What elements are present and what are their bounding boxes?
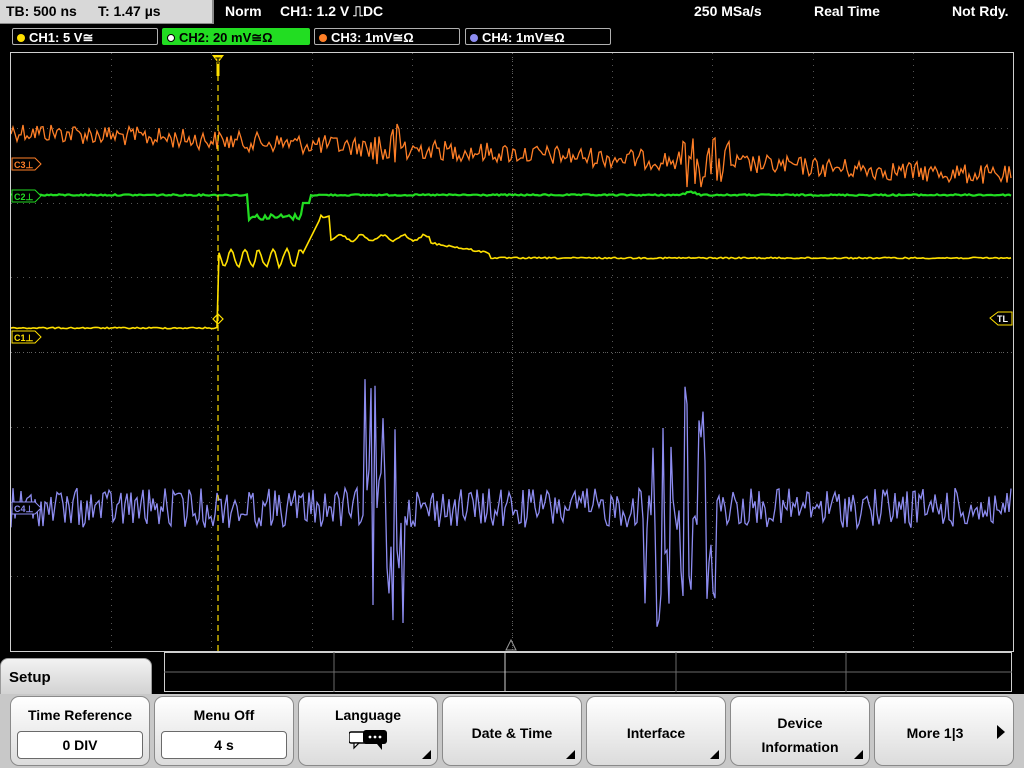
- date-time-label: Date & Time: [471, 725, 553, 741]
- trigger-mode[interactable]: Norm: [225, 0, 262, 23]
- submenu-corner-icon: [566, 750, 575, 759]
- c4-ground-marker[interactable]: C4⊥: [11, 501, 42, 515]
- c4-marker-label: C4⊥: [14, 504, 34, 514]
- channel-1-tab[interactable]: CH1: 5 V≅: [12, 28, 158, 45]
- next-page-arrow-icon: [997, 725, 1005, 739]
- timebase-box[interactable]: TB: 500 ns T: 1.47 µs: [0, 0, 214, 24]
- menu-off-value[interactable]: 4 s: [161, 731, 287, 759]
- ch3-trace: [11, 123, 1012, 188]
- display-ruler: [164, 652, 1012, 692]
- menu-off-label: Menu Off: [193, 707, 255, 723]
- timebase-value: TB: 500 ns: [6, 3, 77, 19]
- trigger-time-value: T: 1.47 µs: [98, 3, 161, 19]
- more-label: More 1|3: [906, 725, 964, 741]
- trigger-status: Not Rdy.: [952, 3, 1009, 19]
- ch2-trace: [11, 190, 1012, 223]
- menu-title-tab: Setup: [0, 658, 152, 698]
- menu-off-softkey[interactable]: Menu Off 4 s: [154, 696, 294, 766]
- c1-marker-label: C1⊥: [14, 333, 34, 343]
- waveform-canvas: T C3⊥ C2⊥ C1⊥ C4⊥ TL: [11, 53, 1013, 651]
- ch4-color-dot: [470, 34, 478, 42]
- trigger-level-marker[interactable]: TL: [989, 311, 1013, 326]
- softkey-menu-bar: Time Reference 0 DIV Menu Off 4 s Langua…: [0, 694, 1024, 768]
- status-bar: TB: 500 ns T: 1.47 µs Norm CH1: 1.2 V ⎍D…: [0, 0, 1024, 24]
- channel-2-tab[interactable]: CH2: 20 mV≅Ω: [162, 28, 310, 45]
- ch1-color-dot: [17, 34, 25, 42]
- c2-marker-label: C2⊥: [14, 192, 34, 202]
- submenu-corner-icon: [710, 750, 719, 759]
- c3-marker-label: C3⊥: [14, 160, 34, 170]
- interface-softkey[interactable]: Interface: [586, 696, 726, 766]
- interface-label: Interface: [626, 725, 686, 741]
- device-information-softkey[interactable]: Device Information: [730, 696, 870, 766]
- ch4-label: CH4: 1mV≅Ω: [482, 30, 565, 45]
- c2-ground-marker[interactable]: C2⊥: [11, 189, 42, 203]
- trigger-position-marker[interactable]: T: [212, 55, 224, 76]
- c1-ground-marker[interactable]: C1⊥: [11, 330, 42, 344]
- more-softkey[interactable]: More 1|3: [874, 696, 1014, 766]
- speech-bubbles-icon: [349, 730, 387, 750]
- acquisition-mode: Real Time: [814, 3, 880, 19]
- ch3-label: CH3: 1mV≅Ω: [331, 30, 414, 45]
- c3-ground-marker[interactable]: C3⊥: [11, 157, 42, 171]
- date-time-softkey[interactable]: Date & Time: [442, 696, 582, 766]
- channel-3-tab[interactable]: CH3: 1mV≅Ω: [314, 28, 460, 45]
- trigger-level-label: TL: [997, 314, 1008, 324]
- channel-bar: CH1: 5 V≅ CH2: 20 mV≅Ω CH3: 1mV≅Ω CH4: 1…: [0, 26, 1024, 48]
- ch1-trace: [11, 213, 1012, 330]
- information-label: Information: [761, 739, 839, 755]
- time-reference-softkey[interactable]: Time Reference 0 DIV: [10, 696, 150, 766]
- ch1-label: CH1: 5 V≅: [29, 30, 94, 45]
- waveforms: [11, 123, 1012, 627]
- grid: [11, 53, 1013, 651]
- submenu-corner-icon: [854, 750, 863, 759]
- svg-text:T: T: [215, 56, 221, 66]
- horizontal-position-marker[interactable]: [505, 638, 517, 651]
- device-label: Device: [777, 715, 823, 731]
- sample-rate: 250 MSa/s: [694, 3, 762, 19]
- time-reference-label: Time Reference: [27, 707, 132, 723]
- trigger-source[interactable]: CH1: 1.2 V ⎍DC: [280, 0, 383, 23]
- ch2-label: CH2: 20 mV≅Ω: [179, 30, 273, 45]
- waveform-display[interactable]: T C3⊥ C2⊥ C1⊥ C4⊥ TL: [10, 52, 1014, 652]
- channel-4-tab[interactable]: CH4: 1mV≅Ω: [465, 28, 611, 45]
- menu-title: Setup: [9, 669, 51, 686]
- ch2-color-dot: [167, 34, 175, 42]
- submenu-corner-icon: [422, 750, 431, 759]
- ch3-color-dot: [319, 34, 327, 42]
- time-reference-value[interactable]: 0 DIV: [17, 731, 143, 759]
- language-label: Language: [334, 707, 402, 723]
- language-softkey[interactable]: Language: [298, 696, 438, 766]
